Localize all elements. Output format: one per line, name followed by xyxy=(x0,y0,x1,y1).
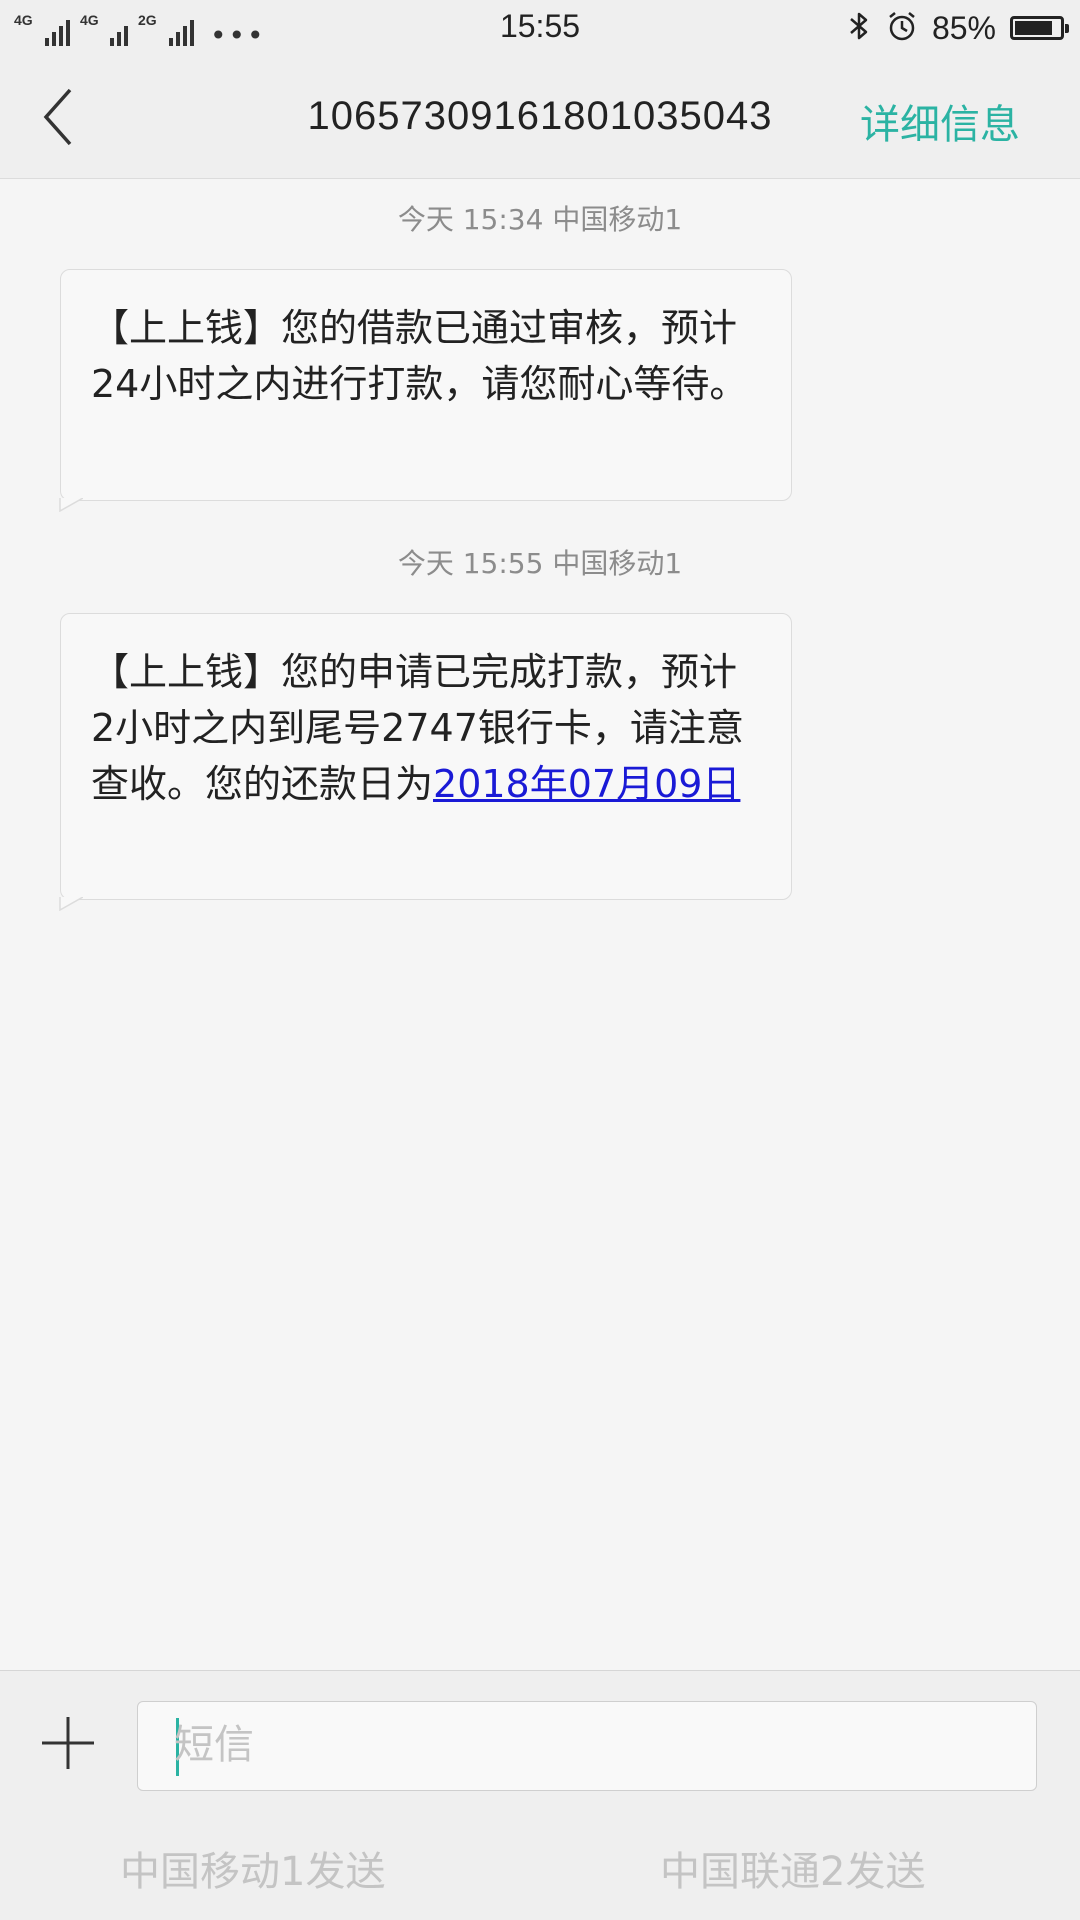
message-timestamp: 今天 15:34 中国移动1 xyxy=(397,203,683,236)
battery-percent: 85% xyxy=(931,9,996,46)
bluetooth-icon xyxy=(846,10,872,46)
status-right: 85% xyxy=(846,8,1069,48)
send-sim2-button[interactable]: 中国联通2发送 xyxy=(660,1839,925,1897)
bubble-tail xyxy=(59,498,83,512)
composer-bar: 中国移动1发送 中国联通2发送 xyxy=(0,1670,1080,1920)
battery-icon xyxy=(1010,16,1069,40)
chevron-left-icon xyxy=(43,88,72,146)
status-bar: 4G 4G 2G ••• 15:55 85% xyxy=(0,0,1080,56)
message-bubble[interactable]: 【上上钱】您的借款已通过审核，预计24小时之内进行打款，请您耐心等待。 xyxy=(59,269,792,512)
date-link[interactable]: 2018年07月09日 xyxy=(433,762,740,806)
attach-button[interactable] xyxy=(40,1715,96,1771)
battery-fill xyxy=(1015,21,1053,35)
send-sim1-button[interactable]: 中国移动1发送 xyxy=(120,1839,385,1897)
bubble-tail xyxy=(59,897,83,911)
back-button[interactable] xyxy=(40,84,100,150)
conversation-title: 10657309161801035043 xyxy=(307,94,773,138)
plus-icon xyxy=(42,1717,94,1769)
message-text: 【上上钱】您的借款已通过审核，预计24小时之内进行打款，请您耐心等待。 xyxy=(91,306,748,406)
alarm-icon xyxy=(886,10,918,46)
message-timestamp: 今天 15:55 中国移动1 xyxy=(397,547,683,580)
messaging-screen: 4G 4G 2G ••• 15:55 85% 10657309161801035… xyxy=(0,0,1080,1920)
details-button[interactable]: 详细信息 xyxy=(860,92,1020,150)
message-bubble[interactable]: 【上上钱】您的申请已完成打款，预计2小时之内到尾号2747银行卡，请注意查收。您… xyxy=(59,613,792,911)
message-input-box[interactable] xyxy=(137,1701,1037,1791)
conversation-header: 10657309161801035043 详细信息 xyxy=(0,56,1080,179)
message-input[interactable] xyxy=(174,1702,1014,1788)
